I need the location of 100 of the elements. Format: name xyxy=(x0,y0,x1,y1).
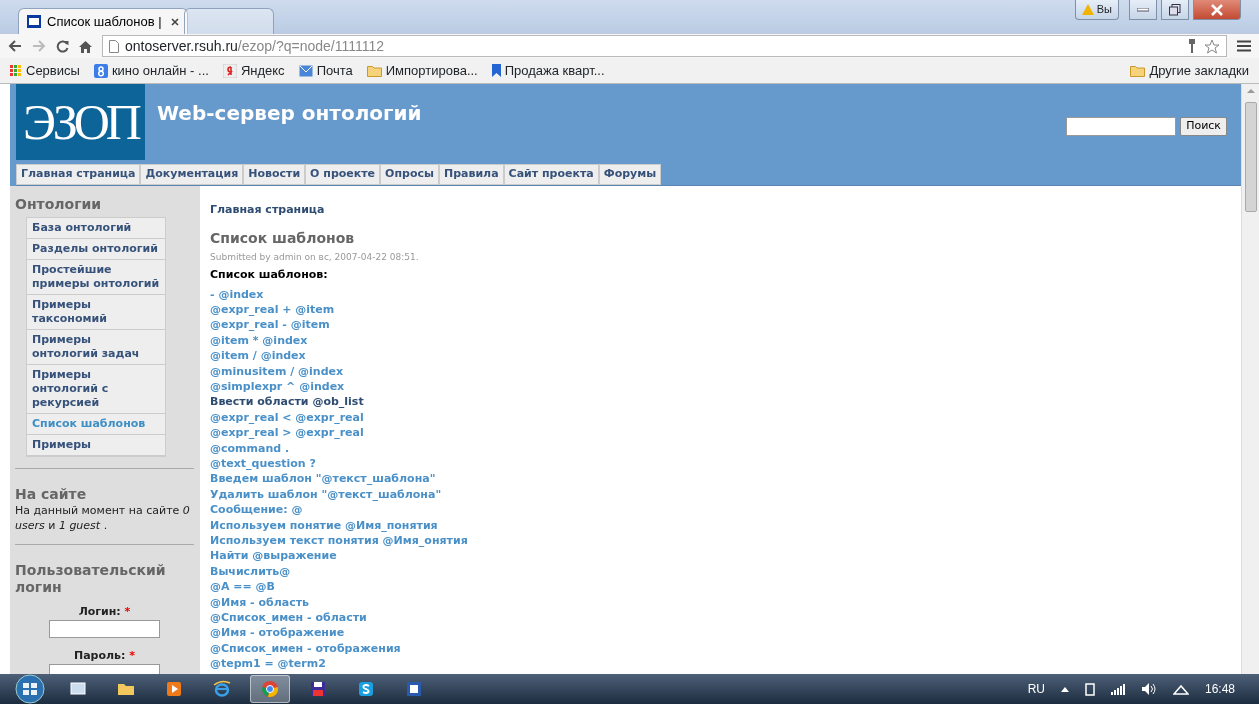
sidebar-menu-item[interactable]: Примеры таксономий xyxy=(27,294,165,330)
block-title: Онтологии xyxy=(15,195,103,213)
bookmark-icon xyxy=(491,64,501,77)
scrollbar[interactable] xyxy=(1241,84,1259,674)
template-link[interactable]: @tepm1 = @term2 xyxy=(210,656,1231,672)
sidebar-menu-item[interactable]: Примеры онтологий с рекурсией xyxy=(27,364,165,414)
back-icon[interactable] xyxy=(8,40,22,52)
letter-icon xyxy=(222,63,237,78)
clock-time[interactable]: 16:48 xyxy=(1204,680,1235,698)
apps-grid-icon xyxy=(10,64,22,77)
envelope-icon xyxy=(298,64,313,77)
close-icon xyxy=(1211,3,1223,16)
close-icon[interactable] xyxy=(171,17,179,26)
submitted-info: Submitted by admin on вс, 2007-04-22 08:51. xyxy=(210,251,420,263)
play-icon xyxy=(164,679,184,699)
star-icon[interactable] xyxy=(1204,38,1220,54)
sidebar-menu-item[interactable]: Примеры онтологий задач xyxy=(27,329,165,365)
template-link[interactable]: @text_question ? xyxy=(210,455,1231,472)
nav-tab[interactable]: Сайт проекта xyxy=(503,164,599,185)
input-field[interactable] xyxy=(49,619,160,638)
template-link[interactable]: @Список_имен - области xyxy=(210,610,1231,626)
document-app-icon xyxy=(404,679,424,699)
template-link[interactable]: Используем понятие @Имя_понятия xyxy=(210,517,1231,533)
nav-tab[interactable]: Опросы xyxy=(380,164,439,185)
reload-icon[interactable] xyxy=(56,39,69,53)
device-icon[interactable] xyxy=(1084,682,1095,696)
network-icon[interactable] xyxy=(1172,683,1189,695)
expand-tray-icon[interactable] xyxy=(1060,686,1069,692)
template-link[interactable]: Сообщение: @ xyxy=(210,502,1231,518)
page-icon xyxy=(27,15,41,28)
page-icon xyxy=(109,39,119,53)
bookmark-link[interactable]: Импортирова... xyxy=(366,60,478,81)
template-link[interactable]: Введем шаблон "@текст_шаблона" xyxy=(210,471,1231,487)
folder-icon xyxy=(366,64,382,77)
signal-icon[interactable] xyxy=(1110,683,1125,695)
template-link[interactable]: Найти @выражение xyxy=(210,548,1231,564)
template-link[interactable]: @minusitem / @index xyxy=(210,363,1231,379)
minimize-icon xyxy=(1137,7,1149,12)
template-link[interactable]: @A == @B xyxy=(210,579,1231,595)
template-link[interactable]: @expr_real + @item xyxy=(210,301,1231,318)
template-link[interactable]: @Список_имен - отображения xyxy=(210,640,1231,657)
bookmark-link[interactable]: Почта xyxy=(298,60,353,81)
folder-icon xyxy=(1130,64,1146,77)
block-title: Пользовательский логин xyxy=(15,561,167,596)
sidebar-menu-item[interactable]: База онтологий xyxy=(27,217,165,239)
template-link[interactable]: @Имя - отображение xyxy=(210,625,1231,641)
template-link[interactable]: @simplexpr ^ @index xyxy=(210,378,1231,395)
chat-app-icon xyxy=(356,679,376,699)
template-link[interactable]: @item * @index xyxy=(210,332,1231,349)
site-logo[interactable]: ЭЗОП xyxy=(16,84,145,160)
template-link[interactable]: @expr_real > @expr_real xyxy=(210,425,1231,441)
bookmark-link[interactable]: Другие закладки xyxy=(1130,60,1249,81)
field-label: Пароль: * xyxy=(72,648,137,663)
bookmark-link[interactable]: кино онлайн - ... xyxy=(93,60,209,81)
restore-icon xyxy=(1169,3,1181,16)
field-label: Логин: * xyxy=(77,604,132,619)
speaker-icon[interactable] xyxy=(1140,682,1157,696)
menu-icon[interactable] xyxy=(1237,40,1251,52)
template-link[interactable]: Используем текст понятия @Имя_онятия xyxy=(210,533,1231,549)
nav-tab[interactable]: О проекте xyxy=(305,164,381,185)
sidebar-menu-item[interactable]: Разделы онтологий xyxy=(27,238,165,260)
nav-tab[interactable]: Документация xyxy=(140,164,244,185)
template-link[interactable]: @expr_real - @item xyxy=(210,317,1231,333)
section-heading: Список шаблонов: xyxy=(210,267,329,282)
search-button[interactable]: Поиск xyxy=(1180,117,1227,136)
home-icon[interactable] xyxy=(79,39,92,53)
nav-tab[interactable]: Главная страница xyxy=(16,164,141,185)
template-link[interactable]: @item / @index xyxy=(210,348,1231,364)
template-link[interactable]: @command . xyxy=(210,440,1231,456)
template-link[interactable]: @expr_real < @expr_real xyxy=(210,409,1231,426)
nav-tab[interactable]: Форумы xyxy=(598,164,662,185)
profile-button[interactable]: Вы xyxy=(1074,0,1119,20)
online-status-text: На данный момент на сайте 0 users и 1 guest . xyxy=(15,502,191,533)
block-title: На сайте xyxy=(15,485,88,503)
search-field[interactable] xyxy=(1066,117,1177,136)
restore-button[interactable] xyxy=(1161,0,1189,20)
template-link[interactable]: Удалить шаблон "@текст_шаблона" xyxy=(210,486,1231,503)
template-link[interactable]: - @index xyxy=(210,286,1231,302)
sidebar-menu-item[interactable]: Простейшие примеры онтологий xyxy=(27,259,165,295)
scrollbar-thumb[interactable] xyxy=(1244,102,1257,212)
sidebar-menu-item[interactable]: Примеры xyxy=(27,434,165,456)
browser-icon xyxy=(212,679,232,699)
close-button[interactable] xyxy=(1193,0,1241,20)
address-bar[interactable]: ontoserver.rsuh.ru/ezop/?q=node/1111112 xyxy=(102,35,1227,57)
bookmark-link[interactable]: Яндекс xyxy=(222,60,285,81)
site-title: Web-сервер онтологий xyxy=(157,100,422,127)
bookmark-link[interactable]: Продажа кварт... xyxy=(491,60,605,81)
nav-tab[interactable]: Новости xyxy=(243,164,306,185)
page-title: Список шаблонов xyxy=(210,229,356,247)
nav-tab[interactable]: Правила xyxy=(438,164,504,185)
breadcrumb-link[interactable]: Главная страница xyxy=(210,202,325,216)
bookmark-link[interactable]: Сервисы xyxy=(10,60,80,81)
template-link[interactable]: Ввести области @ob_list xyxy=(210,394,1231,410)
search-engine-icon xyxy=(93,63,108,78)
browser-tab[interactable]: Список шаблонов | xyxy=(18,8,188,34)
template-link[interactable]: Вычислить@ xyxy=(210,563,1231,580)
language-indicator[interactable]: RU xyxy=(1027,680,1045,698)
warning-icon xyxy=(1081,4,1094,15)
template-link[interactable]: @Имя - область xyxy=(210,594,1231,611)
key-icon[interactable] xyxy=(1188,39,1196,53)
